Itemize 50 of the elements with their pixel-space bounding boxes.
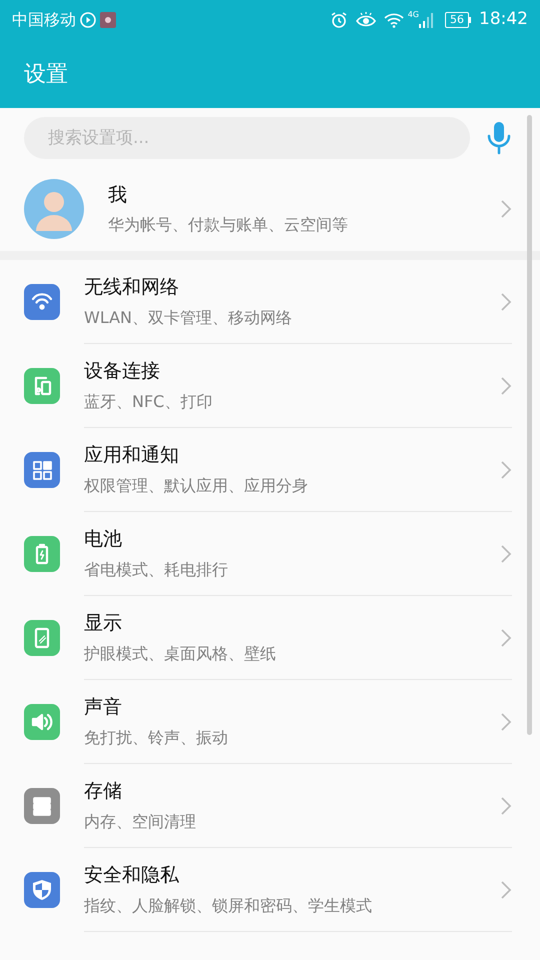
app-notification-icon <box>100 12 116 28</box>
battery-indicator: 56 <box>445 12 469 28</box>
profile-subtitle: 华为帐号、付款与账单、云空间等 <box>108 214 349 236</box>
chevron-right-icon <box>500 460 512 480</box>
item-title: 安全和隐私 <box>84 863 180 888</box>
wifi-icon <box>384 12 404 28</box>
item-title: 应用和通知 <box>84 443 180 468</box>
signal-icon <box>419 12 433 28</box>
item-subtitle: 内存、空间清理 <box>84 810 197 833</box>
chevron-right-icon <box>500 712 512 732</box>
network-type-label: 4G <box>408 9 419 21</box>
chevron-right-icon <box>500 376 512 396</box>
profile-row[interactable]: 我 华为帐号、付款与账单、云空间等 <box>0 167 540 251</box>
item-subtitle: WLAN、双卡管理、移动网络 <box>84 306 294 329</box>
item-subtitle: 免打扰、铃声、振动 <box>84 726 229 749</box>
settings-item[interactable]: 无线和网络 WLAN、双卡管理、移动网络 <box>0 260 540 344</box>
chevron-right-icon <box>500 880 512 900</box>
clock-label: 18:42 <box>479 8 528 32</box>
settings-item[interactable]: 电池 省电模式、耗电排行 <box>0 512 540 596</box>
eye-icon <box>356 12 376 28</box>
settings-item[interactable]: 设备连接 蓝牙、NFC、打印 <box>0 344 540 428</box>
settings-item[interactable]: 应用和通知 权限管理、默认应用、应用分身 <box>0 428 540 512</box>
item-title: 显示 <box>84 611 123 636</box>
profile-name: 我 <box>108 182 128 208</box>
carrier-label: 中国移动 <box>12 9 76 31</box>
item-subtitle: 蓝牙、NFC、打印 <box>84 390 214 413</box>
item-subtitle: 权限管理、默认应用、应用分身 <box>84 474 309 497</box>
chevron-right-icon <box>500 628 512 648</box>
microphone-icon[interactable] <box>486 121 512 155</box>
search-field[interactable]: 搜索设置项... <box>24 117 470 159</box>
item-title: 声音 <box>84 695 123 720</box>
chevron-right-icon <box>500 292 512 312</box>
item-subtitle: 省电模式、耗电排行 <box>84 558 229 581</box>
page-title: 设置 <box>24 60 68 88</box>
item-title: 无线和网络 <box>84 275 180 300</box>
chevron-right-icon <box>500 199 512 219</box>
play-icon <box>80 12 96 28</box>
chevron-right-icon <box>500 796 512 816</box>
item-title: 电池 <box>84 527 123 552</box>
settings-item[interactable]: 显示 护眼模式、桌面风格、壁纸 <box>0 596 540 680</box>
settings-item[interactable]: 安全和隐私 指纹、人脸解锁、锁屏和密码、学生模式 <box>0 848 540 932</box>
item-subtitle: 指纹、人脸解锁、锁屏和密码、学生模式 <box>84 894 373 917</box>
settings-item[interactable]: 声音 免打扰、铃声、振动 <box>0 680 540 764</box>
avatar <box>24 179 84 239</box>
chevron-right-icon <box>500 544 512 564</box>
item-title: 设备连接 <box>84 359 161 384</box>
item-title: 存储 <box>84 779 123 804</box>
settings-item[interactable]: 存储 内存、空间清理 <box>0 764 540 848</box>
alarm-icon <box>330 11 348 29</box>
item-subtitle: 护眼模式、桌面风格、壁纸 <box>84 642 277 665</box>
